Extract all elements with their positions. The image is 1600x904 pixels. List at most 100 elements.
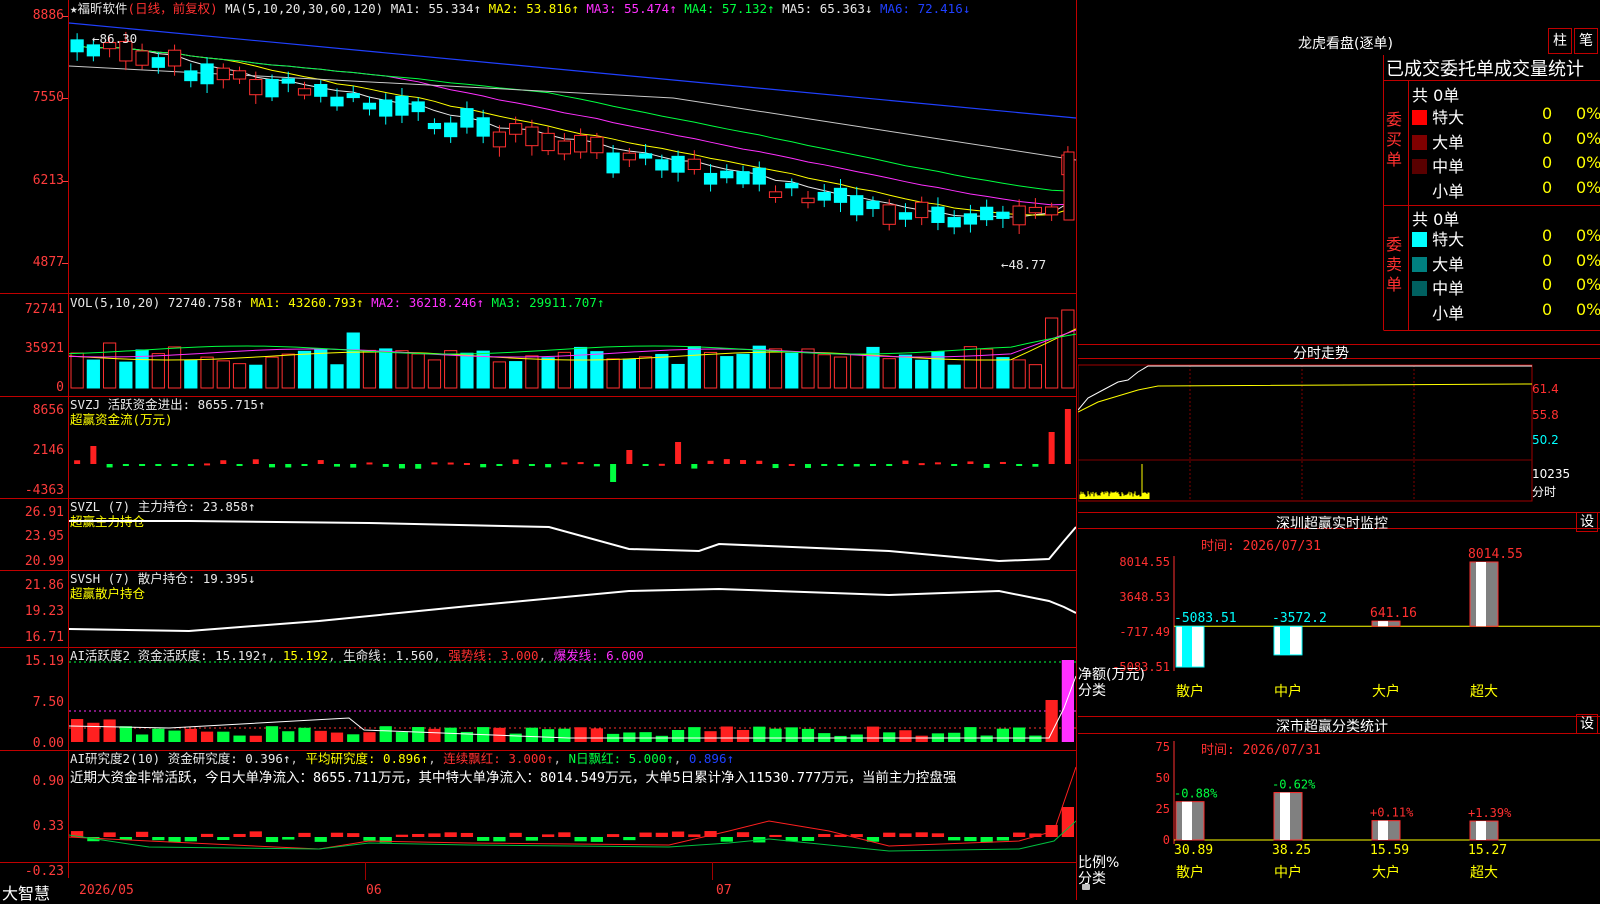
volume-bar [297,350,312,389]
chart-ytick-label: 25 [1156,802,1170,816]
volume-bar [411,353,425,389]
svzl-ytick-3: 20.99 [24,554,64,569]
star-icon[interactable]: ★ [70,1,78,16]
research-bar [314,837,327,842]
candle [720,170,734,179]
research-bar [460,832,474,837]
activity-bar [980,735,993,742]
sz-class-title: 深市超赢分类统计 [1276,719,1388,735]
activity-bar [655,735,668,742]
sz-class-chart[interactable]: 75 50 25 0 30.89 -0.88% 散户 38.25 -0.62% 中户 15.59 +0… [1078,735,1600,900]
intraday-tick-1: 61.4 [1532,382,1559,396]
svzj-ytick-2: 2146 [32,443,64,458]
vol-ytick-1: 72741 [24,302,64,317]
ai-activity-chart[interactable] [69,648,1076,750]
money-flow-bar [1016,464,1023,466]
money-flow-bar [480,464,487,468]
volume-bar [736,353,750,389]
activity-bar [347,734,360,742]
volume-bar [184,359,198,389]
volume-bar [557,351,571,389]
candle [167,49,182,67]
ma1-value: MA1: 55.334↑ [390,1,482,16]
main-chart-area[interactable]: ★福昕软件(日线，前复权) MA(5,10,20,30,60,120) MA1:… [0,0,1090,903]
money-flow-bar [561,462,568,465]
chart-ytick-label: 75 [1156,740,1170,754]
order-row-name: 小单 [1427,181,1465,201]
activity-bar [948,732,961,742]
volume-bar [379,348,393,389]
research-bar [347,833,360,837]
svsh-chart[interactable] [69,571,1076,647]
chart-change-label: +0.11% [1370,806,1414,820]
candle [509,123,523,135]
activity-bar [103,719,116,742]
candle [314,84,328,97]
research-bar [249,831,262,837]
research-bar [542,834,555,837]
activity-bar [119,726,132,742]
intraday-tick-5: 分时 [1532,485,1557,499]
research-bar [525,837,539,841]
sz-monitor-chart[interactable]: 8014.553648.53-717.49-5083.51-5083.51散户-… [1078,530,1600,716]
volume-bar [70,352,84,389]
candle [1063,151,1075,221]
bar-mode-button[interactable]: 柱 [1548,28,1572,54]
order-row-pct: 0% [1576,177,1600,197]
buy-orders-label: 委买单 [1386,110,1403,169]
high-price-label: ←86.30 [92,31,138,46]
research-bar [736,832,750,837]
svzj-chart[interactable] [69,397,1076,498]
volume-bar [768,348,783,389]
volume-bar [622,358,636,389]
candle [379,99,393,117]
tick-mode-button[interactable]: 笔 [1574,28,1598,54]
ai-research-chart[interactable] [69,751,1076,862]
chart-ytick-label: 3648.53 [1119,590,1170,604]
activity-bar [298,727,311,742]
order-row: 大单 0 0% [1412,129,1600,153]
intraday-chart[interactable] [1078,360,1600,502]
candle [785,182,799,189]
order-row-pct: 0% [1576,104,1600,123]
money-flow-bar [610,464,617,482]
volume-chart[interactable] [69,294,1076,396]
candle [395,95,409,116]
money-flow-bar [236,464,243,466]
ai2-ytick-3: -0.23 [24,864,64,879]
order-color-swatch [1412,281,1427,296]
order-row: 大单 0 0% [1412,251,1600,275]
volume-bar [655,353,669,389]
chart-bar-highlight [1476,821,1486,840]
order-color-swatch [1412,183,1427,199]
chart-category-label: 中户 [1274,864,1302,881]
order-row: 特大 0 0% [1412,104,1600,128]
activity-bar [996,728,1010,742]
money-flow-bar [74,460,81,464]
research-bar [282,837,295,840]
ma6-value: MA6: 72.416↓ [879,1,971,16]
money-flow-bar [740,460,747,464]
volume-bar [574,346,588,389]
candle [833,187,848,203]
activity-bar [282,731,295,742]
research-bar [931,833,945,837]
money-flow-bar [204,463,211,466]
activity-bar [1045,700,1058,742]
chart-category-label: 超大 [1470,684,1498,700]
candlestick-chart[interactable] [69,18,1076,293]
money-flow-bar [415,464,422,469]
holding-line [69,587,1076,633]
volume-bar [963,346,978,389]
money-flow-bar [512,459,519,464]
money-flow-bar [788,463,795,466]
volume-bar [249,364,263,389]
volume-bar [541,357,555,389]
svzl-chart[interactable] [69,499,1076,570]
sz-class-settings-button[interactable]: 设 [1576,714,1598,734]
research-bar [363,837,376,841]
research-bar [103,832,116,837]
candle [655,159,669,171]
sz-monitor-settings-button[interactable]: 设 [1576,512,1598,532]
candle [801,197,815,204]
